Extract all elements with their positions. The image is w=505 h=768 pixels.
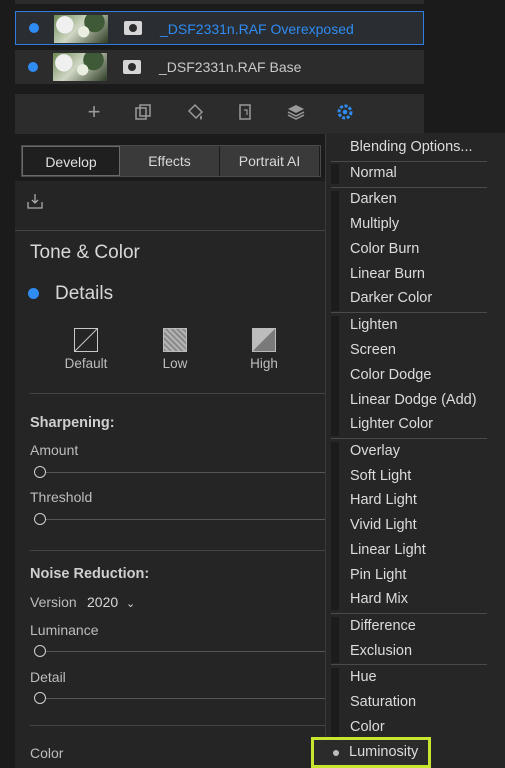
menu-item-soft-light[interactable]: Soft Light (350, 468, 411, 484)
menu-item-hard-mix[interactable]: Hard Mix (350, 591, 408, 607)
menu-item-overlay[interactable]: Overlay (350, 443, 400, 459)
color-label: Color (30, 745, 64, 761)
layer-name[interactable]: _DSF2331n.RAF Overexposed (160, 12, 354, 44)
menu-item-color-dodge[interactable]: Color Dodge (350, 367, 431, 383)
amount-slider-track[interactable] (40, 472, 325, 473)
fill-bucket-icon[interactable] (185, 102, 205, 122)
preset-default[interactable]: Default (51, 328, 121, 371)
details-enable-dot[interactable] (28, 288, 39, 299)
layer-name[interactable]: _DSF2331n.RAF Base (159, 50, 301, 84)
menu-item-normal[interactable]: Normal (350, 165, 397, 181)
section-title-tone-color[interactable]: Tone & Color (30, 242, 140, 264)
module-tabs: Develop Effects Portrait AI (21, 145, 321, 177)
menu-item-lighter-color[interactable]: Lighter Color (350, 416, 433, 432)
divider (15, 230, 325, 231)
menu-item-check (331, 668, 339, 738)
layer-visibility-dot[interactable] (28, 62, 38, 72)
divider (30, 550, 325, 551)
chevron-down-icon: ⌄ (126, 598, 136, 610)
menu-item-screen[interactable]: Screen (350, 342, 396, 358)
detail-slider-track[interactable] (40, 698, 325, 699)
menu-separator (331, 664, 487, 665)
mask-icon[interactable] (235, 102, 255, 122)
gear-icon[interactable] (335, 102, 355, 122)
noise-reduction-title: Noise Reduction: (30, 566, 150, 582)
threshold-slider-track[interactable] (40, 519, 325, 520)
menu-item-linear-light[interactable]: Linear Light (350, 542, 426, 558)
blend-mode-menu: Blending Options... Normal Darken Multip… (325, 133, 505, 768)
luminance-slider-thumb[interactable] (34, 645, 46, 657)
divider (30, 393, 325, 394)
menu-separator (331, 438, 487, 439)
layer-row-partial[interactable] (15, 0, 424, 4)
layer-row-overexposed[interactable]: _DSF2331n.RAF Overexposed (15, 11, 424, 45)
menu-item-linear-burn[interactable]: Linear Burn (350, 266, 425, 282)
tab-develop[interactable]: Develop (22, 146, 120, 176)
preset-low[interactable]: Low (140, 328, 210, 371)
sharpening-title: Sharpening: (30, 415, 115, 431)
menu-separator (331, 613, 487, 614)
duplicate-layer-icon[interactable] (133, 102, 153, 122)
menu-item-check (331, 442, 339, 610)
amount-slider-thumb[interactable] (34, 466, 46, 478)
preset-high-icon (252, 328, 276, 352)
menu-item-hard-light[interactable]: Hard Light (350, 492, 417, 508)
menu-item-pin-light[interactable]: Pin Light (350, 567, 406, 583)
preset-label: High (250, 356, 278, 371)
preset-default-icon (74, 328, 98, 352)
menu-item-linear-dodge[interactable]: Linear Dodge (Add) (350, 392, 477, 408)
menu-item-multiply[interactable]: Multiply (350, 216, 399, 232)
preset-label: Default (64, 356, 108, 371)
preset-label: Low (162, 356, 188, 371)
add-layer-icon[interactable]: + (84, 101, 104, 123)
menu-item-difference[interactable]: Difference (350, 618, 416, 634)
mask-icon[interactable] (124, 21, 142, 35)
detail-label: Detail (30, 669, 66, 685)
version-label: Version (30, 594, 77, 610)
tab-effects[interactable]: Effects (120, 146, 220, 176)
preset-high[interactable]: High (229, 328, 299, 371)
menu-separator (331, 161, 487, 162)
import-icon[interactable] (27, 193, 43, 209)
layer-row-base[interactable]: _DSF2331n.RAF Base (15, 50, 424, 84)
section-title-details[interactable]: Details (55, 283, 113, 305)
menu-item-color[interactable]: Color (350, 719, 385, 735)
version-select[interactable]: 2020 ⌄ (87, 594, 135, 610)
menu-item-vivid-light[interactable]: Vivid Light (350, 517, 417, 533)
menu-item-color-burn[interactable]: Color Burn (350, 241, 419, 257)
threshold-slider-thumb[interactable] (34, 513, 46, 525)
layers-toolbar: + (15, 94, 424, 134)
mask-icon[interactable] (123, 60, 141, 74)
preset-low-icon (163, 328, 187, 352)
menu-item-saturation[interactable]: Saturation (350, 694, 416, 710)
threshold-label: Threshold (30, 489, 93, 505)
layer-thumbnail (54, 15, 108, 43)
menu-item-darken[interactable]: Darken (350, 191, 397, 207)
detail-slider-thumb[interactable] (34, 692, 46, 704)
luminance-slider-track[interactable] (40, 651, 325, 652)
divider (30, 725, 325, 726)
layer-visibility-dot[interactable] (29, 23, 39, 33)
menu-item-lighten[interactable]: Lighten (350, 317, 398, 333)
menu-item-check (331, 164, 339, 184)
luminance-label: Luminance (30, 622, 99, 638)
amount-label: Amount (30, 442, 79, 458)
menu-separator (331, 312, 487, 313)
layer-thumbnail (53, 53, 107, 81)
stack-layers-icon[interactable] (286, 102, 306, 122)
menu-item-blending-options[interactable]: Blending Options... (350, 139, 473, 155)
tab-portrait-ai[interactable]: Portrait AI (220, 146, 320, 176)
menu-item-exclusion[interactable]: Exclusion (350, 643, 412, 659)
menu-item-check (331, 617, 339, 663)
menu-item-hue[interactable]: Hue (350, 669, 377, 685)
selected-dot-icon (333, 750, 339, 756)
menu-item-luminosity-highlight[interactable]: Luminosity (311, 737, 431, 768)
menu-item-darker-color[interactable]: Darker Color (350, 290, 432, 306)
develop-panel: Tone & Color Details Default Low High Sh… (15, 181, 325, 768)
menu-item-check (331, 316, 339, 436)
menu-item-check (331, 191, 339, 311)
menu-separator (331, 187, 487, 188)
menu-item-luminosity[interactable]: Luminosity (349, 744, 418, 760)
version-value: 2020 (87, 594, 119, 610)
